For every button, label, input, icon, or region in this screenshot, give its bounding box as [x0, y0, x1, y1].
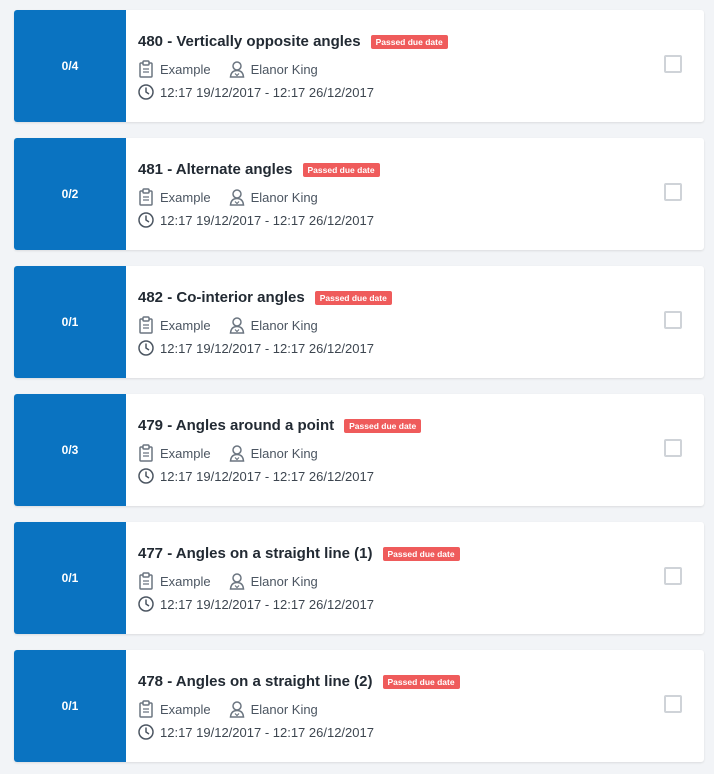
date-range: 12:17 19/12/2017 - 12:17 26/12/2017 [160, 340, 374, 356]
select-checkbox[interactable] [664, 311, 682, 329]
teacher-name: Elanor King [250, 189, 318, 205]
group-name: Example [160, 61, 211, 77]
meta-row: Example Elanor King [138, 700, 318, 718]
teacher-name: Elanor King [250, 701, 318, 717]
title-row: 479 - Angles around a point Passed due d… [138, 417, 422, 434]
assignment-card[interactable]: 0/4 480 - Vertically opposite angles Pas… [14, 10, 704, 122]
meta-row: Example Elanor King [138, 60, 318, 78]
group-name: Example [160, 573, 211, 589]
clipboard-icon [138, 444, 154, 462]
status-badge: Passed due date [314, 290, 392, 305]
clipboard-icon [138, 316, 154, 334]
meta-row: Example Elanor King [138, 572, 318, 590]
assignment-details: 480 - Vertically opposite angles Passed … [138, 10, 638, 122]
group-name: Example [160, 701, 211, 717]
status-badge: Passed due date [344, 418, 422, 433]
assignment-title[interactable]: 480 - Vertically opposite angles [138, 33, 361, 50]
meta-row: Example Elanor King [138, 316, 318, 334]
time-row: 12:17 19/12/2017 - 12:17 26/12/2017 [138, 467, 374, 485]
status-badge: Passed due date [370, 34, 448, 49]
score-tile: 0/4 [14, 10, 126, 122]
teacher-icon [229, 700, 245, 718]
assignment-details: 482 - Co-interior angles Passed due date… [138, 266, 638, 378]
select-checkbox[interactable] [664, 439, 682, 457]
group-name: Example [160, 445, 211, 461]
date-range: 12:17 19/12/2017 - 12:17 26/12/2017 [160, 212, 374, 228]
time-row: 12:17 19/12/2017 - 12:17 26/12/2017 [138, 723, 374, 741]
teacher-name: Elanor King [250, 573, 318, 589]
select-checkbox[interactable] [664, 567, 682, 585]
score-tile: 0/1 [14, 522, 126, 634]
time-row: 12:17 19/12/2017 - 12:17 26/12/2017 [138, 339, 374, 357]
time-row: 12:17 19/12/2017 - 12:17 26/12/2017 [138, 595, 374, 613]
title-row: 482 - Co-interior angles Passed due date [138, 289, 392, 306]
teacher-icon [229, 60, 245, 78]
clock-icon [138, 339, 154, 357]
teacher-icon [229, 188, 245, 206]
score-tile: 0/2 [14, 138, 126, 250]
teacher-name: Elanor King [250, 317, 318, 333]
title-row: 477 - Angles on a straight line (1) Pass… [138, 545, 460, 562]
group-name: Example [160, 189, 211, 205]
assignment-card[interactable]: 0/1 482 - Co-interior angles Passed due … [14, 266, 704, 378]
assignment-list: 0/4 480 - Vertically opposite angles Pas… [0, 0, 714, 774]
assignment-card[interactable]: 0/1 478 - Angles on a straight line (2) … [14, 650, 704, 762]
score-tile: 0/1 [14, 266, 126, 378]
assignment-title[interactable]: 479 - Angles around a point [138, 417, 334, 434]
assignment-card[interactable]: 0/2 481 - Alternate angles Passed due da… [14, 138, 704, 250]
assignment-details: 478 - Angles on a straight line (2) Pass… [138, 650, 638, 762]
time-row: 12:17 19/12/2017 - 12:17 26/12/2017 [138, 83, 374, 101]
time-row: 12:17 19/12/2017 - 12:17 26/12/2017 [138, 211, 374, 229]
teacher-icon [229, 572, 245, 590]
teacher-name: Elanor King [250, 445, 318, 461]
teacher-icon [229, 316, 245, 334]
score-tile: 0/1 [14, 650, 126, 762]
teacher-icon [229, 444, 245, 462]
clipboard-icon [138, 60, 154, 78]
clock-icon [138, 467, 154, 485]
status-badge: Passed due date [382, 674, 460, 689]
assignment-details: 481 - Alternate angles Passed due date E… [138, 138, 638, 250]
assignment-title[interactable]: 478 - Angles on a straight line (2) [138, 673, 373, 690]
clock-icon [138, 595, 154, 613]
group-name: Example [160, 317, 211, 333]
select-checkbox[interactable] [664, 55, 682, 73]
clock-icon [138, 723, 154, 741]
date-range: 12:17 19/12/2017 - 12:17 26/12/2017 [160, 468, 374, 484]
date-range: 12:17 19/12/2017 - 12:17 26/12/2017 [160, 724, 374, 740]
assignment-details: 477 - Angles on a straight line (1) Pass… [138, 522, 638, 634]
status-badge: Passed due date [302, 162, 380, 177]
select-checkbox[interactable] [664, 695, 682, 713]
date-range: 12:17 19/12/2017 - 12:17 26/12/2017 [160, 84, 374, 100]
clock-icon [138, 83, 154, 101]
assignment-card[interactable]: 0/3 479 - Angles around a point Passed d… [14, 394, 704, 506]
meta-row: Example Elanor King [138, 444, 318, 462]
title-row: 478 - Angles on a straight line (2) Pass… [138, 673, 460, 690]
assignment-details: 479 - Angles around a point Passed due d… [138, 394, 638, 506]
title-row: 481 - Alternate angles Passed due date [138, 161, 380, 178]
clock-icon [138, 211, 154, 229]
select-checkbox[interactable] [664, 183, 682, 201]
score-tile: 0/3 [14, 394, 126, 506]
clipboard-icon [138, 188, 154, 206]
title-row: 480 - Vertically opposite angles Passed … [138, 33, 448, 50]
teacher-name: Elanor King [250, 61, 318, 77]
assignment-title[interactable]: 481 - Alternate angles [138, 161, 293, 178]
clipboard-icon [138, 700, 154, 718]
assignment-title[interactable]: 477 - Angles on a straight line (1) [138, 545, 373, 562]
date-range: 12:17 19/12/2017 - 12:17 26/12/2017 [160, 596, 374, 612]
assignment-card[interactable]: 0/1 477 - Angles on a straight line (1) … [14, 522, 704, 634]
status-badge: Passed due date [382, 546, 460, 561]
clipboard-icon [138, 572, 154, 590]
meta-row: Example Elanor King [138, 188, 318, 206]
assignment-title[interactable]: 482 - Co-interior angles [138, 289, 305, 306]
